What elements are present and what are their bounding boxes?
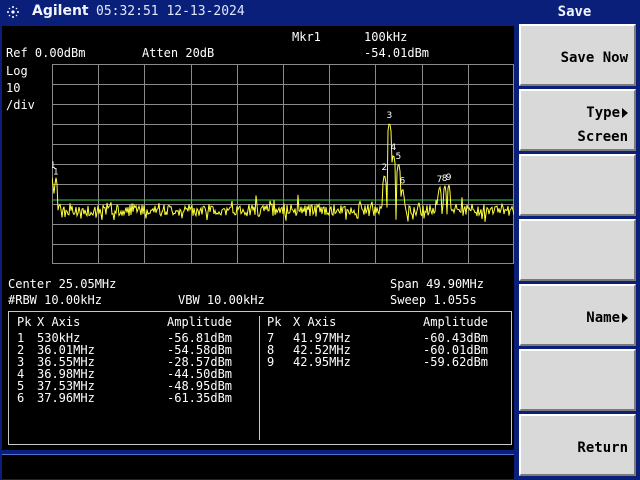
- blank-softkey-4[interactable]: [519, 219, 636, 281]
- peak-table: Pk X Axis Amplitude Pk X Axis Amplitude …: [8, 311, 512, 445]
- submenu-arrow-icon: [622, 108, 628, 118]
- active-marker-label: 1: [52, 161, 56, 171]
- attenuation: Atten 20dB: [142, 46, 215, 60]
- header-x-axis: X Axis: [37, 315, 81, 329]
- spectrum-graticule: 1 23456 7 891: [52, 64, 514, 264]
- softkey-label: Return: [577, 440, 628, 456]
- header-amplitude: Amplitude: [423, 315, 489, 329]
- peak-number: 9: [267, 355, 275, 369]
- softkey-label: Name: [586, 310, 628, 326]
- agilent-logo-icon: [7, 6, 19, 18]
- peak-marker-label: 9: [446, 173, 452, 183]
- return-softkey[interactable]: Return: [519, 414, 636, 476]
- peak-frequency: 42.95MHz: [293, 355, 351, 369]
- reference-level: Ref 0.00dBm: [6, 46, 86, 60]
- marker-amplitude: -54.01dBm: [364, 46, 430, 60]
- softkey-label: Type: [586, 105, 628, 121]
- peak-marker-label: 2: [381, 163, 387, 173]
- peak-marker-label: 6: [400, 177, 406, 187]
- scale-unit: /div: [6, 98, 35, 112]
- name-softkey[interactable]: Name: [519, 284, 636, 346]
- peak-amplitude: -59.62dBm: [423, 355, 489, 369]
- brand-name: Agilent: [32, 3, 89, 19]
- peak-markers: 1 23456 7 891: [52, 111, 452, 187]
- marker-frequency: 100kHz: [364, 30, 408, 44]
- type-softkey[interactable]: Type Screen: [519, 89, 636, 151]
- header-pk: Pk: [17, 315, 32, 329]
- marker-label: Mkr1: [292, 30, 321, 44]
- header-amplitude: Amplitude: [167, 315, 233, 329]
- scale-type: Log: [6, 64, 28, 78]
- blank-softkey-6[interactable]: [519, 349, 636, 411]
- span: Span 49.90MHz: [390, 277, 484, 291]
- video-bandwidth: VBW 10.00kHz: [178, 293, 265, 307]
- save-now-softkey[interactable]: Save Now: [519, 24, 636, 86]
- date-time: 05:32:51 12-13-2024: [96, 4, 245, 19]
- peak-amplitude: -61.35dBm: [167, 391, 233, 405]
- menu-title: Save: [557, 4, 592, 20]
- header-pk: Pk: [267, 315, 282, 329]
- table-divider: [259, 316, 260, 440]
- measurement-display: Mkr1 100kHz Ref 0.00dBm Atten 20dB -54.0…: [2, 26, 514, 450]
- peak-marker-label: 3: [386, 111, 392, 121]
- peak-number: 6: [17, 391, 25, 405]
- submenu-arrow-icon: [622, 313, 628, 323]
- center-frequency: Center 25.05MHz: [8, 277, 117, 291]
- peak-frequency: 37.96MHz: [37, 391, 95, 405]
- status-bar: [2, 454, 514, 479]
- resolution-bandwidth: #RBW 10.00kHz: [8, 293, 102, 307]
- scale-value: 10: [6, 81, 21, 95]
- title-bar: Agilent 05:32:51 12-13-2024: [0, 0, 514, 24]
- grid-lines: [52, 64, 514, 264]
- softkey-label: Save Now: [560, 50, 628, 66]
- header-x-axis: X Axis: [293, 315, 337, 329]
- sweep-time: Sweep 1.055s: [390, 293, 477, 307]
- peak-marker-label: 5: [396, 152, 402, 162]
- blank-softkey-3[interactable]: [519, 154, 636, 216]
- softkey-menu: Save Save Now Type Screen Name Return: [517, 0, 640, 480]
- softkey-value: Screen: [577, 129, 628, 145]
